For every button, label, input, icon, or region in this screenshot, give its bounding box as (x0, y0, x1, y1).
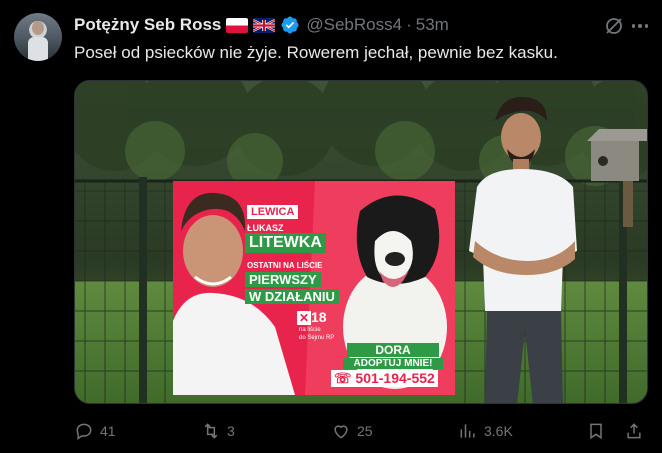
bookmark-button[interactable] (586, 418, 606, 444)
separator-dot: · (406, 15, 412, 34)
repost-count: 3 (227, 423, 235, 439)
list-number-value: 18 (311, 309, 327, 325)
repost-icon (204, 423, 218, 439)
tweet-actions: 41 3 25 3.6K (74, 418, 648, 444)
like-icon (334, 425, 348, 439)
poster-adopt: ADOPTUJ MNIE! (343, 358, 443, 369)
poster-party-label: LEWICA (247, 205, 299, 219)
uk-flag-icon (253, 17, 276, 33)
grok-icon[interactable] (604, 16, 624, 36)
views-icon (460, 424, 475, 438)
tweet-timestamp[interactable]: 53m (416, 15, 449, 35)
poster-list-caption1: na liście (299, 327, 321, 333)
list-x-mark: ✕ (297, 311, 311, 325)
share-button[interactable] (624, 418, 644, 444)
tweet-text: Poseł od psiecków nie żyje. Rowerem jech… (74, 43, 558, 62)
share-icon (627, 423, 641, 439)
poster-last-name: LITEWKA (245, 233, 326, 253)
like-count: 25 (357, 423, 373, 439)
author-name[interactable]: Potężny Seb Ross (74, 15, 221, 35)
more-icon[interactable] (630, 16, 650, 36)
poster-line1: OSTATNI NA LIŚCIE (247, 261, 323, 270)
standing-man (469, 96, 577, 403)
bookmark-icon (590, 423, 602, 440)
verified-icon[interactable] (280, 15, 300, 35)
reply-count: 41 (100, 423, 116, 439)
reply-button[interactable]: 41 (74, 418, 116, 444)
poster-first-name: ŁUKASZ (247, 223, 284, 233)
avatar[interactable] (14, 13, 62, 61)
like-button[interactable]: 25 (331, 418, 373, 444)
tweet-photo[interactable]: LEWICA ŁUKASZ LITEWKA OSTATNI NA LIŚCIE … (74, 80, 648, 404)
poster-phone-number: 501-194-552 (355, 370, 435, 386)
phone-icon: ☏ (334, 370, 352, 386)
poster-list-caption2: do Sejmu RP (299, 335, 335, 341)
poster-slogan1: PIERWSZY (245, 272, 321, 287)
repost-button[interactable]: 3 (201, 418, 235, 444)
poland-flag-icon (226, 17, 249, 33)
tweet-header: Potężny Seb Ross @SebRoss4 · 53m (74, 14, 648, 36)
author-handle[interactable]: @SebRoss4 (306, 15, 402, 35)
poster-slogan2: W DZIAŁANIU (245, 289, 339, 304)
views-count: 3.6K (484, 423, 513, 439)
poster-list-number: ✕ 18 (297, 309, 327, 325)
poster-dog-name: DORA (347, 343, 439, 357)
reply-icon (76, 423, 92, 440)
poster-phone: ☏ 501-194-552 (331, 370, 438, 387)
views-button[interactable]: 3.6K (458, 418, 513, 444)
